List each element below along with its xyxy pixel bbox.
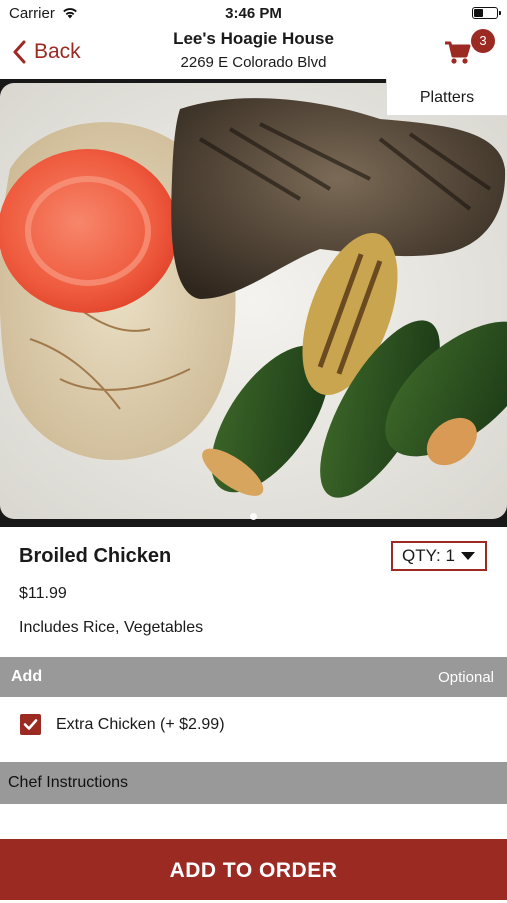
cart-icon xyxy=(445,41,471,64)
item-price: $11.99 xyxy=(19,585,67,602)
chef-instructions-title: Chef Instructions xyxy=(8,774,129,791)
nav-bar: Back Lee's Hoagie House 2269 E Colorado … xyxy=(0,26,507,78)
optional-label: Optional xyxy=(438,669,494,686)
item-description: Includes Rice, Vegetables xyxy=(19,619,204,636)
store-name: Lee's Hoagie House xyxy=(173,29,334,48)
status-time: 3:46 PM xyxy=(225,5,282,22)
chef-instructions-header[interactable]: Chef Instructions xyxy=(0,762,507,804)
status-bar: Carrier 3:46 PM xyxy=(0,0,507,26)
checkmark-icon xyxy=(23,719,38,730)
store-address: 2269 E Colorado Blvd xyxy=(180,54,327,71)
battery-icon xyxy=(472,7,501,19)
quantity-dropdown[interactable]: QTY: 1 xyxy=(391,541,487,571)
option-extra-chicken[interactable]: Extra Chicken (+ $2.99) xyxy=(0,705,507,745)
add-to-order-button[interactable]: ADD TO ORDER xyxy=(0,839,507,900)
page-title: Lee's Hoagie House 2269 E Colorado Blvd xyxy=(0,28,507,74)
quantity-label: QTY: 1 xyxy=(402,546,455,565)
category-tag[interactable]: Platters xyxy=(386,79,507,116)
page-indicator-dot xyxy=(250,513,257,520)
option-label: Extra Chicken (+ $2.99) xyxy=(56,716,225,733)
option-checkbox[interactable] xyxy=(20,714,41,735)
item-name: Broiled Chicken xyxy=(19,545,172,567)
cart-button[interactable] xyxy=(444,40,474,68)
item-photo xyxy=(0,79,507,527)
add-section-title: Add xyxy=(11,668,43,685)
add-section-header: Add Optional xyxy=(0,657,507,697)
dropdown-caret-icon xyxy=(460,552,475,560)
cart-count-badge: 3 xyxy=(471,29,495,53)
